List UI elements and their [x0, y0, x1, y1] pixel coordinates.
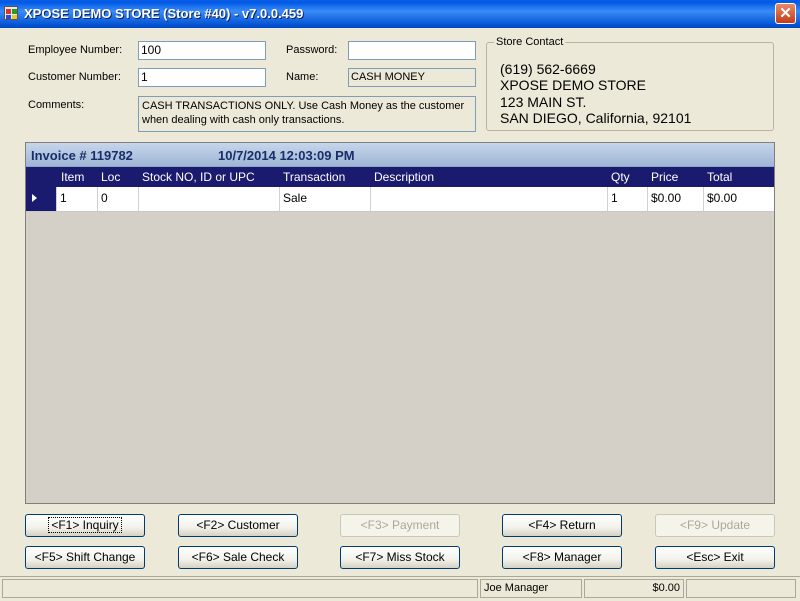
customer-number-field[interactable]: 1: [138, 68, 266, 87]
current-row-arrow-icon: [32, 194, 37, 202]
window-title: XPOSE DEMO STORE (Store #40) - v7.0.0.45…: [24, 6, 304, 21]
customer-name-field: CASH MONEY: [348, 68, 476, 87]
cell-total[interactable]: $0.00: [703, 187, 774, 211]
employee-number-label: Employee Number:: [28, 44, 123, 56]
payment-button-label: <F3> Payment: [360, 518, 440, 532]
grid-column-headers: Item Loc Stock NO, ID or UPC Transaction…: [26, 167, 774, 187]
name-label: Name:: [286, 71, 319, 83]
sale-check-button[interactable]: <F6> Sale Check: [178, 546, 298, 569]
invoice-number: Invoice # 119782: [31, 148, 133, 163]
status-panel-extra: [686, 579, 796, 598]
shift-change-button-label: <F5> Shift Change: [34, 550, 136, 564]
password-field[interactable]: [348, 41, 476, 60]
cell-loc[interactable]: 0: [97, 187, 138, 211]
cell-item[interactable]: 1: [56, 187, 97, 211]
close-icon: ✕: [779, 5, 792, 22]
cell-transaction[interactable]: Sale: [279, 187, 370, 211]
col-header-stock[interactable]: Stock NO, ID or UPC: [142, 170, 255, 184]
row-selector[interactable]: [26, 187, 56, 211]
invoice-header: Invoice # 119782 10/7/2014 12:03:09 PM: [26, 143, 774, 167]
status-bar: Joe Manager $0.00: [0, 576, 800, 601]
exit-button-label: <Esc> Exit: [686, 550, 744, 564]
exit-button[interactable]: <Esc> Exit: [655, 546, 775, 569]
customer-button-label: <F2> Customer: [196, 518, 280, 532]
invoice-grid[interactable]: Invoice # 119782 10/7/2014 12:03:09 PM I…: [25, 142, 775, 504]
comments-field: CASH TRANSACTIONS ONLY. Use Cash Money a…: [138, 96, 476, 132]
update-button-label: <F9> Update: [679, 518, 751, 532]
customer-button[interactable]: <F2> Customer: [178, 514, 298, 537]
col-header-total[interactable]: Total: [707, 170, 732, 184]
miss-stock-button[interactable]: <F7> Miss Stock: [340, 546, 460, 569]
table-row[interactable]: 1 0 Sale 1 $0.00 $0.00: [26, 187, 774, 212]
return-button-label: <F4> Return: [528, 518, 596, 532]
store-address: 123 MAIN ST.: [500, 94, 587, 110]
customer-number-label: Customer Number:: [28, 71, 121, 83]
col-header-price[interactable]: Price: [651, 170, 678, 184]
app-window-icon: [4, 6, 20, 22]
status-panel-main: [2, 579, 478, 598]
manager-button-label: <F8> Manager: [522, 550, 602, 564]
col-header-transaction[interactable]: Transaction: [283, 170, 345, 184]
col-header-loc[interactable]: Loc: [101, 170, 120, 184]
return-button[interactable]: <F4> Return: [502, 514, 622, 537]
status-amount: $0.00: [584, 579, 684, 598]
close-button[interactable]: ✕: [775, 3, 796, 24]
employee-number-field[interactable]: 100: [138, 41, 266, 60]
cell-qty[interactable]: 1: [607, 187, 647, 211]
title-bar: XPOSE DEMO STORE (Store #40) - v7.0.0.45…: [0, 0, 800, 28]
status-user: Joe Manager: [480, 579, 582, 598]
cell-description[interactable]: [370, 187, 607, 211]
comments-label: Comments:: [28, 99, 85, 111]
inquiry-button-label: <F1> Inquiry: [48, 517, 122, 533]
col-header-qty[interactable]: Qty: [611, 170, 630, 184]
password-label: Password:: [286, 44, 338, 56]
update-button[interactable]: <F9> Update: [655, 514, 775, 537]
cell-price[interactable]: $0.00: [647, 187, 703, 211]
invoice-datetime: 10/7/2014 12:03:09 PM: [218, 148, 355, 163]
sale-check-button-label: <F6> Sale Check: [191, 550, 285, 564]
payment-button[interactable]: <F3> Payment: [340, 514, 460, 537]
miss-stock-button-label: <F7> Miss Stock: [355, 550, 445, 564]
store-name: XPOSE DEMO STORE: [500, 77, 646, 93]
store-phone: (619) 562-6669: [500, 61, 596, 77]
col-header-item[interactable]: Item: [61, 170, 84, 184]
col-header-description[interactable]: Description: [374, 170, 434, 184]
store-contact-title: Store Contact: [494, 36, 566, 48]
inquiry-button[interactable]: <F1> Inquiry: [25, 514, 145, 537]
cell-stock[interactable]: [138, 187, 279, 211]
store-city-state-zip: SAN DIEGO, California, 92101: [500, 110, 692, 126]
shift-change-button[interactable]: <F5> Shift Change: [25, 546, 145, 569]
manager-button[interactable]: <F8> Manager: [502, 546, 622, 569]
